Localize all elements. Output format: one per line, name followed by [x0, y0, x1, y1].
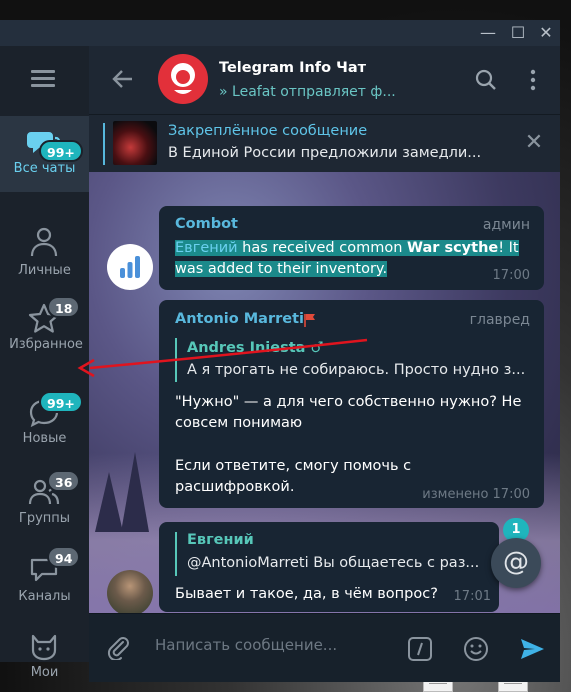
folder-label: Личные: [18, 263, 71, 278]
folder-label: Новые: [22, 431, 67, 446]
minimize-button[interactable]: —: [474, 22, 502, 44]
typing-indicator-icon: »: [219, 84, 228, 100]
bot-commands-icon[interactable]: [407, 636, 433, 662]
message-text: Евгений has received common War scythe! …: [175, 238, 535, 280]
flag-icon: [304, 314, 315, 327]
emoji-icon[interactable]: [463, 636, 489, 662]
attach-icon[interactable]: [105, 634, 131, 660]
pinned-text: В Единой России предложили замедли...: [168, 145, 482, 161]
send-icon[interactable]: [519, 636, 545, 662]
pinned-thumbnail: [113, 121, 157, 165]
message-text: "Нужно" — а для чего собственно нужно? Н…: [175, 394, 522, 431]
reply-sender-name[interactable]: Евгений: [187, 532, 254, 548]
bar-chart-icon: [120, 256, 140, 278]
message-composer: Написать сообщение...: [89, 613, 560, 682]
sender-role: главред: [469, 312, 530, 328]
title-bar: — ☐ ✕: [0, 20, 560, 46]
message-time: 17:00: [492, 268, 530, 283]
message-bubble[interactable]: Евгений @AntonioMarreti Вы общаетесь с р…: [159, 522, 499, 612]
unread-badge: 18: [47, 296, 81, 318]
message-text-part: has received common: [237, 240, 407, 256]
folder-sidebar: Все чаты 99+ Личные Избранное 18 Новые 9…: [0, 46, 89, 680]
typing-status-text: Leafat отправляет ф...: [232, 84, 396, 100]
unread-badge: 99+: [39, 140, 83, 162]
chat-avatar[interactable]: [158, 54, 208, 104]
message-bubble[interactable]: Antonio Marreti главред Andres Iniesta ♂…: [159, 300, 544, 508]
folder-label: Группы: [18, 511, 71, 526]
unread-badge: 99+: [39, 391, 83, 413]
mention-link[interactable]: Евгений: [175, 240, 238, 256]
male-sign-icon: ♂: [310, 340, 324, 356]
close-pinned-icon[interactable]: ✕: [524, 132, 544, 154]
reply-sender-name[interactable]: Andres Iniesta ♂: [187, 340, 324, 356]
close-window-button[interactable]: ✕: [532, 22, 560, 44]
more-options-icon[interactable]: [521, 68, 545, 92]
telegram-info-logo-icon: [171, 63, 195, 94]
sender-name[interactable]: Antonio Marreti: [175, 311, 304, 327]
chat-title[interactable]: Telegram Info Чат: [219, 60, 366, 76]
person-icon: [30, 227, 58, 257]
pinned-message[interactable]: Закреплённое сообщение В Единой России п…: [89, 114, 560, 172]
cat-icon: [31, 634, 57, 661]
reply-preview[interactable]: А я трогать не собираюсь. Просто нудно з…: [187, 362, 525, 378]
pinned-title: Закреплённое сообщение: [168, 123, 368, 139]
reply-sender-text: Andres Iniesta: [187, 340, 306, 356]
message-time: изменено 17:00: [422, 487, 530, 502]
folder-label: Мои: [30, 665, 59, 680]
message-text: Бывает и такое, да, в чём вопрос?: [175, 586, 438, 602]
wallpaper-tree: [95, 472, 123, 532]
combot-avatar[interactable]: [107, 244, 153, 290]
unread-badge: 36: [47, 470, 81, 492]
mention-jump-button[interactable]: @: [491, 538, 541, 588]
pinned-accent-bar: [103, 123, 105, 165]
reply-accent-bar: [175, 338, 177, 382]
search-icon[interactable]: [474, 68, 498, 92]
maximize-button[interactable]: ☐: [504, 22, 532, 44]
folder-personal[interactable]: Личные: [0, 216, 89, 292]
message-time: 17:01: [453, 589, 491, 604]
reply-accent-bar: [175, 532, 177, 576]
user-avatar[interactable]: [107, 570, 153, 613]
sender-name[interactable]: Combot: [175, 216, 238, 232]
message-bubble[interactable]: Combot админ Евгений has received common…: [159, 206, 544, 290]
unread-badge: 94: [47, 546, 81, 568]
reply-preview[interactable]: @AntonioMarreti Вы общаетесь с раз...: [187, 555, 479, 571]
message-text-bold: War scythe: [407, 240, 499, 256]
folder-label: Каналы: [18, 589, 71, 604]
sender-role: админ: [482, 217, 530, 233]
folder-mine[interactable]: Мои: [0, 620, 89, 692]
chat-header: Telegram Info Чат » Leafat отправляет ф.…: [89, 46, 560, 114]
telegram-window: — ☐ ✕ Все чаты 99+ Личные Избранное 18 Н…: [0, 20, 560, 682]
hamburger-menu-icon[interactable]: [31, 70, 55, 88]
message-area: Combot админ Евгений has received common…: [89, 172, 560, 613]
folder-label: Избранное: [9, 337, 83, 352]
wallpaper-tree: [121, 452, 149, 532]
message-input[interactable]: Написать сообщение...: [155, 636, 337, 654]
folder-label: Все чаты: [13, 161, 76, 176]
typing-status: » Leafat отправляет ф...: [219, 84, 396, 100]
back-arrow-icon[interactable]: [110, 66, 136, 92]
